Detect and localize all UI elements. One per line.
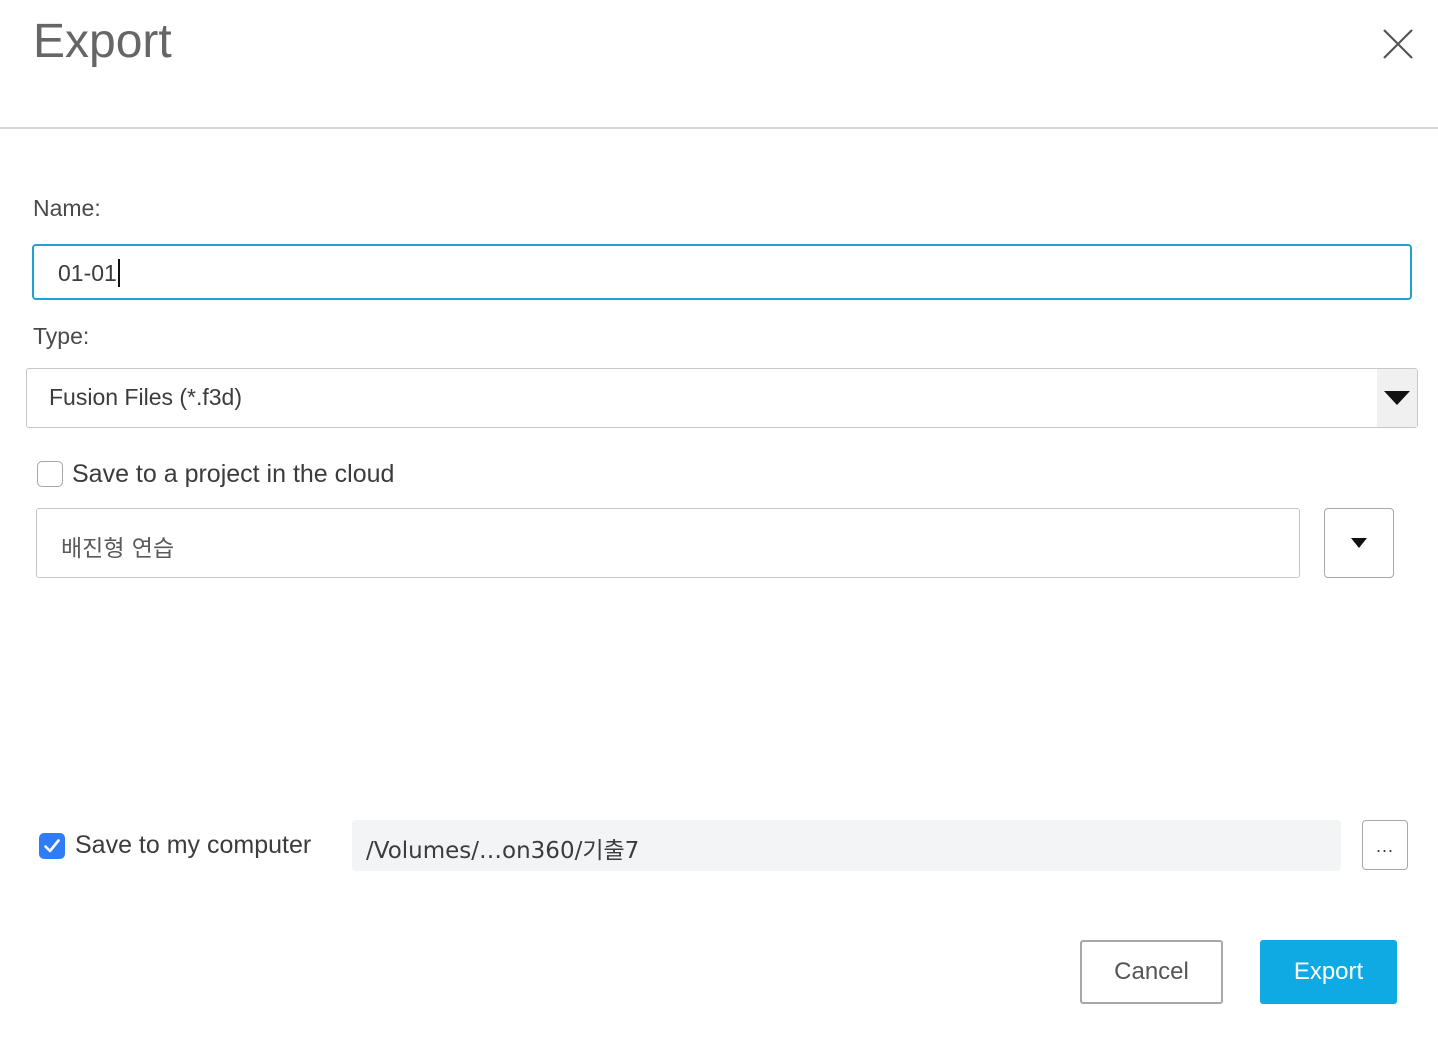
- save-to-cloud-label[interactable]: Save to a project in the cloud: [72, 460, 394, 489]
- checkmark-icon: [44, 839, 60, 853]
- export-button[interactable]: Export: [1260, 940, 1397, 1004]
- name-label: Name:: [33, 195, 101, 221]
- save-path-value: /Volumes/…on360/기출7: [366, 838, 640, 864]
- export-dialog: Export Name: 01-01 Type: Fusion Files (*…: [0, 0, 1438, 1042]
- type-select[interactable]: Fusion Files (*.f3d): [26, 368, 1418, 428]
- close-icon: [1383, 29, 1413, 59]
- cloud-project-value: 배진형 연습: [61, 536, 175, 562]
- type-select-value: Fusion Files (*.f3d): [49, 384, 243, 410]
- browse-button[interactable]: ...: [1362, 820, 1408, 870]
- close-button[interactable]: [1376, 22, 1420, 66]
- text-caret: [117, 259, 120, 287]
- type-label: Type:: [33, 323, 90, 349]
- dialog-title: Export: [33, 15, 172, 68]
- save-to-computer-label[interactable]: Save to my computer: [75, 831, 311, 860]
- caret-down-icon: [1351, 538, 1367, 548]
- save-to-cloud-checkbox[interactable]: [37, 461, 63, 487]
- caret-down-icon: [1384, 391, 1410, 405]
- cloud-project-field[interactable]: 배진형 연습: [36, 508, 1300, 578]
- header-divider: [0, 127, 1438, 129]
- save-to-computer-checkbox[interactable]: [39, 833, 65, 859]
- save-path-field[interactable]: /Volumes/…on360/기출7: [352, 820, 1341, 871]
- type-select-arrow-box[interactable]: [1377, 369, 1417, 427]
- cancel-button[interactable]: Cancel: [1080, 940, 1223, 1004]
- cloud-project-dropdown-button[interactable]: [1324, 508, 1394, 578]
- name-input-value: 01-01: [58, 259, 120, 287]
- name-input[interactable]: 01-01: [32, 244, 1412, 300]
- browse-button-label: ...: [1375, 836, 1394, 856]
